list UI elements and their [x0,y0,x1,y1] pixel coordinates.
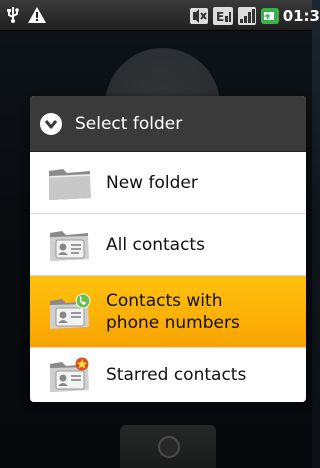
folder-item-new-folder[interactable]: New folder [30,152,306,214]
folder-item-all-contacts[interactable]: All contacts [30,214,306,276]
chevron-down-circle-icon [40,112,62,135]
signal-icon [237,6,257,26]
vibrate-icon [189,6,209,26]
folder-item-label-line2: phone numbers [106,312,240,333]
battery-icon [260,6,280,26]
warning-icon [27,6,47,24]
folder-item-starred-contacts[interactable]: Starred contacts [30,348,306,402]
dialog-title-bar: Select folder [30,96,306,152]
contacts-phone-folder-icon [44,292,96,332]
folder-icon [44,163,96,203]
folder-item-label-line1: Contacts with [106,290,223,311]
select-folder-dialog: Select folder New folder All contacts Co… [30,96,306,402]
folder-item-label: Contacts with phone numbers [106,290,240,334]
usb-icon [4,6,22,24]
starred-contacts-folder-icon [44,355,96,395]
signal-e-icon: E [212,6,234,26]
folder-item-label: All contacts [106,234,205,255]
status-clock: 01:3 [282,6,320,25]
folder-item-contacts-with-phone-numbers[interactable]: Contacts with phone numbers [30,276,306,348]
folder-item-label: Starred contacts [106,365,247,385]
contacts-folder-icon [44,225,96,265]
dialog-title: Select folder [75,113,183,134]
svg-text:E: E [216,10,224,24]
status-bar: E 01:3 [0,0,320,31]
folder-item-label: New folder [106,172,198,193]
folder-list: New folder All contacts Contacts with ph… [30,152,306,402]
